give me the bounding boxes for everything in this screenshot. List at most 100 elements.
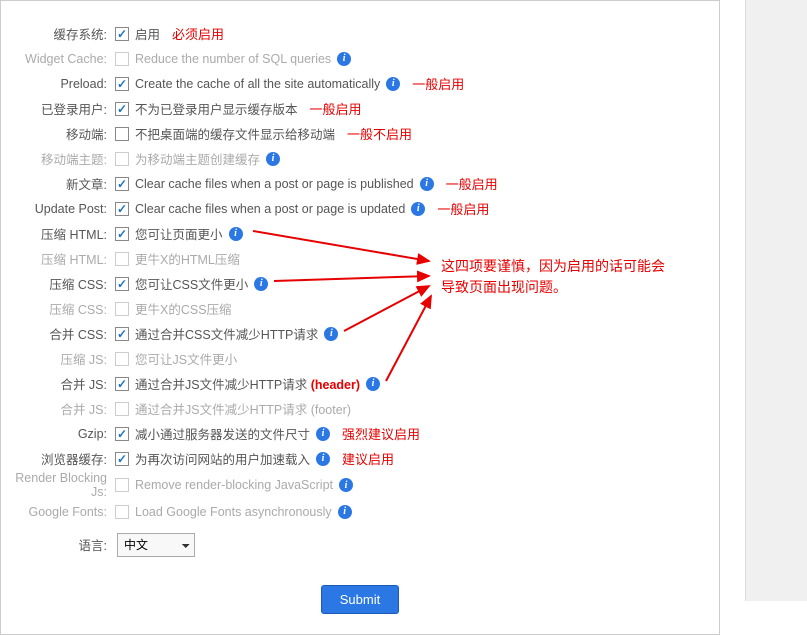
- label-updatepost: Update Post:: [1, 202, 113, 216]
- info-icon[interactable]: i: [316, 452, 330, 466]
- info-icon[interactable]: i: [324, 327, 338, 341]
- row-renderblock: Render Blocking Js: Remove render-blocki…: [1, 471, 719, 499]
- desc-combinecss: 通过合并CSS文件减少HTTP请求: [131, 324, 318, 343]
- label-widget: Widget Cache:: [1, 52, 113, 66]
- row-newpost: 新文章: Clear cache files when a post or pa…: [1, 171, 719, 196]
- label-minhtml: 压缩 HTML:: [1, 224, 113, 243]
- checkbox-cache[interactable]: [115, 27, 129, 41]
- submit-button[interactable]: Submit: [321, 585, 399, 614]
- desc-mobiletheme: 为移动端主题创建缓存: [131, 149, 260, 168]
- info-icon[interactable]: i: [229, 227, 243, 241]
- note-browser: 建议启用: [342, 449, 394, 468]
- desc-renderblock: Remove render-blocking JavaScript: [131, 478, 333, 492]
- checkbox-combinecss[interactable]: [115, 327, 129, 341]
- checkbox-combinejsh[interactable]: [115, 377, 129, 391]
- row-preload: Preload: Create the cache of all the sit…: [1, 71, 719, 96]
- row-mobiletheme: 移动端主题: 为移动端主题创建缓存 i: [1, 146, 719, 171]
- checkbox-minhtml2: [115, 252, 129, 266]
- row-browser: 浏览器缓存: 为再次访问网站的用户加速载入 i 建议启用: [1, 446, 719, 471]
- checkbox-widget: [115, 52, 129, 66]
- desc-widget: Reduce the number of SQL queries: [131, 52, 331, 66]
- checkbox-newpost[interactable]: [115, 177, 129, 191]
- wp-admin-sidebar: [745, 0, 807, 601]
- desc-loggedin: 不为已登录用户显示缓存版本: [131, 99, 298, 118]
- header-tag: (header): [311, 378, 360, 392]
- label-cache: 缓存系统:: [1, 24, 113, 43]
- language-select[interactable]: 中文: [117, 533, 195, 557]
- info-icon[interactable]: i: [420, 177, 434, 191]
- row-googlefonts: Google Fonts: Load Google Fonts asynchro…: [1, 499, 719, 524]
- checkbox-minhtml[interactable]: [115, 227, 129, 241]
- desc-cache: 启用: [131, 24, 160, 43]
- row-combinejsf: 合并 JS: 通过合并JS文件减少HTTP请求 (footer): [1, 396, 719, 421]
- desc-mobile: 不把桌面端的缓存文件显示给移动端: [131, 124, 335, 143]
- label-renderblock: Render Blocking Js:: [1, 471, 113, 499]
- checkbox-browser[interactable]: [115, 452, 129, 466]
- info-icon[interactable]: i: [386, 77, 400, 91]
- label-newpost: 新文章:: [1, 174, 113, 193]
- desc-newpost: Clear cache files when a post or page is…: [131, 177, 414, 191]
- info-icon[interactable]: i: [316, 427, 330, 441]
- checkbox-combinejsf: [115, 402, 129, 416]
- info-icon[interactable]: i: [337, 52, 351, 66]
- info-icon[interactable]: i: [266, 152, 280, 166]
- note-loggedin: 一般启用: [310, 99, 362, 118]
- row-language: 语言: 中文: [1, 532, 719, 557]
- row-gzip: Gzip: 减小通过服务器发送的文件尺寸 i 强烈建议启用: [1, 421, 719, 446]
- label-minjs: 压缩 JS:: [1, 349, 113, 368]
- note-preload: 一般启用: [412, 74, 464, 93]
- label-combinecss: 合并 CSS:: [1, 324, 113, 343]
- checkbox-mincss2: [115, 302, 129, 316]
- label-preload: Preload:: [1, 77, 113, 91]
- label-combinejsf: 合并 JS:: [1, 399, 113, 418]
- row-minhtml: 压缩 HTML: 您可让页面更小 i: [1, 221, 719, 246]
- label-minhtml2: 压缩 HTML:: [1, 249, 113, 268]
- info-icon[interactable]: i: [411, 202, 425, 216]
- label-language: 语言:: [1, 535, 113, 554]
- label-mobiletheme: 移动端主题:: [1, 149, 113, 168]
- row-loggedin: 已登录用户: 不为已登录用户显示缓存版本 一般启用: [1, 96, 719, 121]
- info-icon[interactable]: i: [338, 505, 352, 519]
- row-combinejsh: 合并 JS: 通过合并JS文件减少HTTP请求 (header) i: [1, 371, 719, 396]
- checkbox-mobiletheme: [115, 152, 129, 166]
- checkbox-renderblock: [115, 478, 129, 492]
- row-mobile: 移动端: 不把桌面端的缓存文件显示给移动端 一般不启用: [1, 121, 719, 146]
- row-widget: Widget Cache: Reduce the number of SQL q…: [1, 46, 719, 71]
- desc-combinejsf: 通过合并JS文件减少HTTP请求 (footer): [131, 399, 351, 418]
- row-minjs: 压缩 JS: 您可让JS文件更小: [1, 346, 719, 371]
- label-googlefonts: Google Fonts:: [1, 505, 113, 519]
- note-gzip: 强烈建议启用: [342, 424, 420, 443]
- desc-browser: 为再次访问网站的用户加速载入: [131, 449, 310, 468]
- checkbox-mincss[interactable]: [115, 277, 129, 291]
- desc-combinejsh: 通过合并JS文件减少HTTP请求 (header): [131, 374, 360, 393]
- label-combinejsh: 合并 JS:: [1, 374, 113, 393]
- label-browser: 浏览器缓存:: [1, 449, 113, 468]
- desc-minjs: 您可让JS文件更小: [131, 349, 237, 368]
- checkbox-updatepost[interactable]: [115, 202, 129, 216]
- caution-note: 这四项要谨慎，因为启用的话可能会导致页面出现问题。: [441, 256, 665, 298]
- label-gzip: Gzip:: [1, 427, 113, 441]
- checkbox-minjs: [115, 352, 129, 366]
- checkbox-preload[interactable]: [115, 77, 129, 91]
- label-mincss: 压缩 CSS:: [1, 274, 113, 293]
- desc-googlefonts: Load Google Fonts asynchronously: [131, 505, 332, 519]
- note-updatepost: 一般启用: [437, 199, 489, 218]
- desc-mincss2: 更牛X的CSS压缩: [131, 299, 232, 318]
- note-mobile: 一般不启用: [347, 124, 412, 143]
- desc-updatepost: Clear cache files when a post or page is…: [131, 202, 405, 216]
- label-loggedin: 已登录用户:: [1, 99, 113, 118]
- row-cache: 缓存系统: 启用 必须启用: [1, 21, 719, 46]
- desc-gzip: 减小通过服务器发送的文件尺寸: [131, 424, 310, 443]
- info-icon[interactable]: i: [254, 277, 268, 291]
- row-combinecss: 合并 CSS: 通过合并CSS文件减少HTTP请求 i: [1, 321, 719, 346]
- checkbox-loggedin[interactable]: [115, 102, 129, 116]
- note-cache: 必须启用: [172, 24, 224, 43]
- row-mincss2: 压缩 CSS: 更牛X的CSS压缩: [1, 296, 719, 321]
- checkbox-gzip[interactable]: [115, 427, 129, 441]
- checkbox-mobile[interactable]: [115, 127, 129, 141]
- info-icon[interactable]: i: [339, 478, 353, 492]
- row-updatepost: Update Post: Clear cache files when a po…: [1, 196, 719, 221]
- info-icon[interactable]: i: [366, 377, 380, 391]
- label-mincss2: 压缩 CSS:: [1, 299, 113, 318]
- desc-mincss: 您可让CSS文件更小: [131, 274, 248, 293]
